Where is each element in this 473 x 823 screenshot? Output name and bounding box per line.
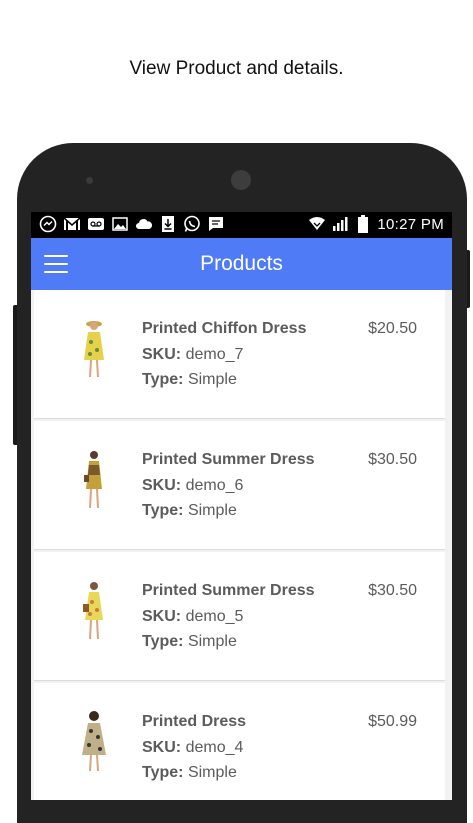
gmail-icon xyxy=(63,215,81,233)
product-sku: demo_4 xyxy=(185,739,244,756)
product-sku: demo_7 xyxy=(185,346,244,363)
product-type: Simple xyxy=(187,764,237,781)
product-thumbnail xyxy=(64,576,124,646)
product-price: $30.50 xyxy=(368,451,417,468)
product-price: $30.50 xyxy=(368,582,417,599)
type-label: Type: xyxy=(142,502,184,519)
sku-label: SKU: xyxy=(142,739,182,756)
type-label: Type: xyxy=(142,633,184,650)
voicemail-icon xyxy=(87,215,105,233)
phone-camera xyxy=(231,170,251,190)
product-sku-line: SKU: demo_7 xyxy=(142,346,243,364)
product-card[interactable]: Printed Summer Dress $30.50 SKU: demo_6 … xyxy=(34,421,445,550)
cloud-icon xyxy=(135,215,153,233)
download-icon xyxy=(159,215,177,233)
type-label: Type: xyxy=(142,371,184,388)
product-type-line: Type: Simple xyxy=(142,633,237,651)
status-bar: 10:27 PM xyxy=(31,212,452,238)
product-type: Simple xyxy=(187,502,237,519)
status-indicators: 10:27 PM xyxy=(308,215,444,233)
product-sku-line: SKU: demo_6 xyxy=(142,477,243,495)
product-sku-line: SKU: demo_5 xyxy=(142,608,243,626)
product-type-line: Type: Simple xyxy=(142,502,237,520)
product-card[interactable]: Printed Summer Dress $30.50 SKU: demo_5 … xyxy=(34,552,445,681)
messenger-icon xyxy=(39,215,57,233)
product-sku: demo_5 xyxy=(185,608,244,625)
product-thumbnail xyxy=(64,445,124,515)
signal-icon xyxy=(331,215,349,233)
product-name: Printed Summer Dress xyxy=(142,451,315,468)
hamburger-menu-icon[interactable] xyxy=(44,255,68,273)
product-thumbnail xyxy=(64,314,124,384)
app-title: Products xyxy=(200,252,283,275)
product-price: $50.99 xyxy=(368,713,417,730)
caption: View Product and details. xyxy=(129,58,344,79)
product-name: Printed Summer Dress xyxy=(142,582,315,599)
product-type: Simple xyxy=(187,371,237,388)
product-name: Printed Chiffon Dress xyxy=(142,320,307,337)
sku-label: SKU: xyxy=(142,477,182,494)
gallery-icon xyxy=(111,215,129,233)
product-type: Simple xyxy=(187,633,237,650)
phone-speaker xyxy=(86,177,93,184)
sku-label: SKU: xyxy=(142,346,182,363)
message-icon xyxy=(207,215,225,233)
product-card[interactable]: Printed Dress $50.99 SKU: demo_4 Type: S… xyxy=(34,683,445,800)
product-name: Printed Dress xyxy=(142,713,247,730)
type-label: Type: xyxy=(142,764,184,781)
app-bar: Products xyxy=(31,238,452,290)
product-thumbnail xyxy=(64,707,124,777)
product-type-line: Type: Simple xyxy=(142,371,237,389)
product-sku: demo_6 xyxy=(185,477,244,494)
sku-label: SKU: xyxy=(142,608,182,625)
battery-icon xyxy=(354,215,372,233)
whatsapp-icon xyxy=(183,215,201,233)
product-type-line: Type: Simple xyxy=(142,764,237,782)
product-card[interactable]: Printed Chiffon Dress $20.50 SKU: demo_7… xyxy=(34,290,445,419)
product-sku-line: SKU: demo_4 xyxy=(142,739,243,757)
product-price: $20.50 xyxy=(368,320,417,337)
wifi-icon xyxy=(308,215,326,233)
clock: 10:27 PM xyxy=(377,215,444,233)
phone-screen: 10:27 PM Products Printed Chiffon Dress xyxy=(31,212,452,800)
notification-icons xyxy=(39,215,225,233)
